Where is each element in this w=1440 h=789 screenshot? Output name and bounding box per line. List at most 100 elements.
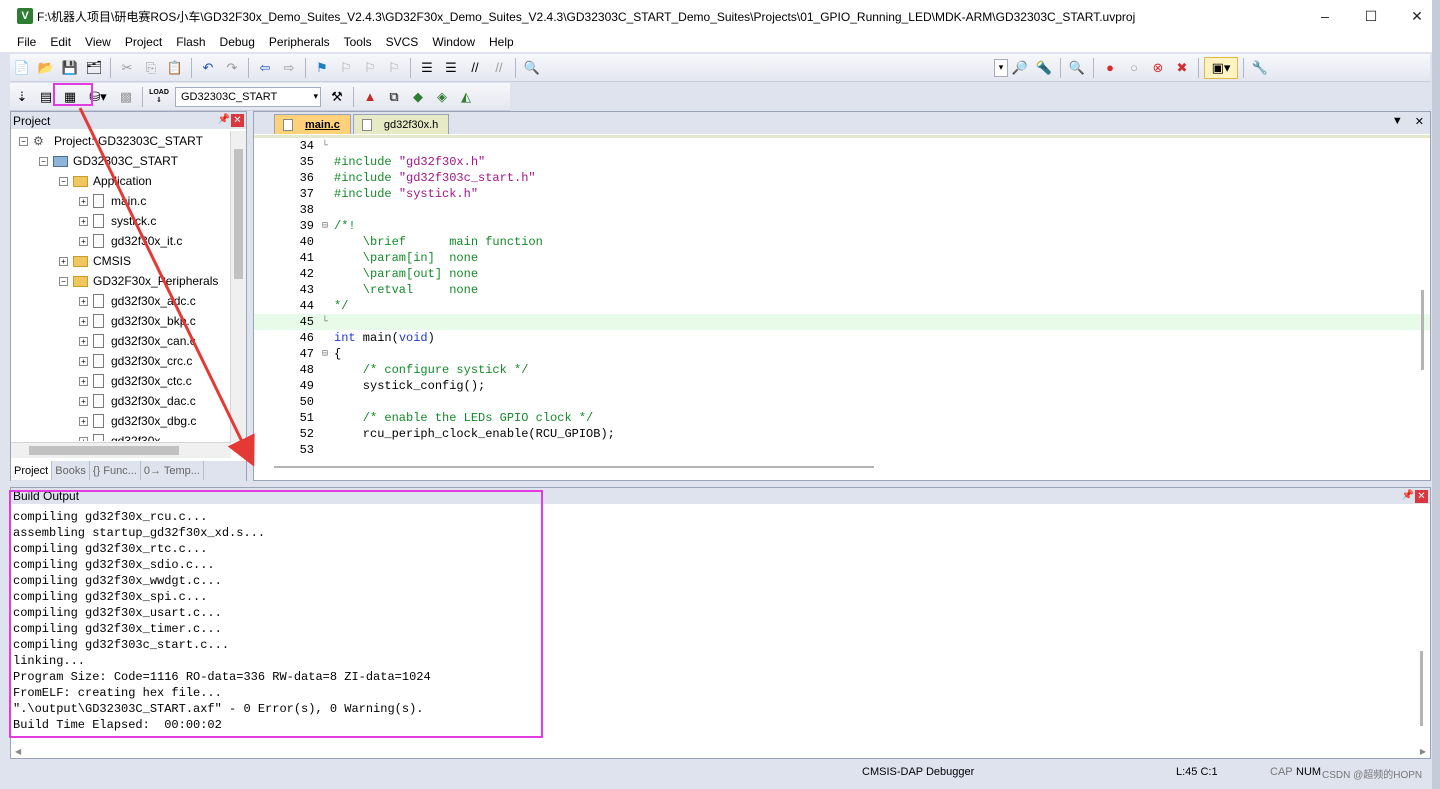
copy-icon[interactable]: ⎘ bbox=[140, 57, 162, 79]
target-select[interactable]: GD32303C_START ▾ bbox=[175, 86, 321, 107]
tab-functions[interactable]: {} Func... bbox=[90, 461, 141, 480]
project-tree-horizontal-scrollbar[interactable] bbox=[11, 442, 231, 458]
tree-item[interactable]: − ⚙ Project: GD32303C_START bbox=[11, 131, 231, 151]
code-line[interactable]: 51 /* enable the LEDs GPIO clock */ bbox=[254, 410, 1430, 426]
expand-icon[interactable]: + bbox=[79, 396, 88, 406]
save-icon[interactable]: 💾 bbox=[59, 57, 81, 79]
undo-icon[interactable]: ↶ bbox=[197, 57, 219, 79]
tree-item[interactable]: + gd32f30x_bkp.c bbox=[11, 311, 231, 331]
cut-icon[interactable]: ✂ bbox=[116, 57, 138, 79]
scroll-right-icon[interactable]: ▶ bbox=[1420, 747, 1426, 756]
tree-item[interactable]: + CMSIS bbox=[11, 251, 231, 271]
tree-item[interactable]: + gd32f30x_dbg.c bbox=[11, 411, 231, 431]
expand-icon[interactable]: + bbox=[79, 356, 88, 366]
find-icon[interactable]: 🔎 bbox=[1009, 57, 1031, 79]
tree-item[interactable]: + main.c bbox=[11, 191, 231, 211]
fold-marker[interactable]: ⊟ bbox=[316, 220, 334, 232]
menu-help[interactable]: Help bbox=[482, 35, 521, 49]
code-line[interactable]: 50 bbox=[254, 394, 1430, 410]
collapse-icon[interactable]: − bbox=[59, 176, 68, 186]
stop-build-icon[interactable]: ▩ bbox=[115, 86, 137, 108]
find-combo-dropdown[interactable]: ▾ bbox=[994, 58, 1008, 77]
menu-edit[interactable]: Edit bbox=[43, 35, 78, 49]
tree-item[interactable]: + gd32f30x_ctc.c bbox=[11, 371, 231, 391]
code-vertical-scrollbar[interactable] bbox=[1416, 140, 1428, 460]
code-line[interactable]: 41 \param[in] none bbox=[254, 250, 1430, 266]
tree-item[interactable]: + systick.c bbox=[11, 211, 231, 231]
bookmark-icon[interactable]: ⚑ bbox=[311, 57, 333, 79]
scrollbar-thumb[interactable] bbox=[1421, 290, 1424, 370]
indent-icon[interactable]: ☰ bbox=[416, 57, 438, 79]
tree-item[interactable]: − GD32303C_START bbox=[11, 151, 231, 171]
code-line[interactable]: 37 #include "systick.h" bbox=[254, 186, 1430, 202]
tab-project[interactable]: Project bbox=[11, 461, 53, 480]
disable-all-breakpoints-icon[interactable]: ⊗ bbox=[1147, 57, 1169, 79]
open-file-icon[interactable]: 📂 bbox=[35, 57, 57, 79]
code-line[interactable]: 44 */ bbox=[254, 298, 1430, 314]
clear-bookmarks-icon[interactable]: ⚐ bbox=[383, 57, 405, 79]
expand-icon[interactable]: + bbox=[79, 336, 88, 346]
minimize-button[interactable]: – bbox=[1302, 0, 1348, 32]
uncomment-icon[interactable]: // bbox=[488, 57, 510, 79]
comment-icon[interactable]: // bbox=[464, 57, 486, 79]
expand-icon[interactable]: + bbox=[79, 296, 88, 306]
fold-marker[interactable]: └ bbox=[316, 317, 334, 328]
project-tree-vertical-scrollbar[interactable] bbox=[230, 131, 246, 443]
breakpoint-icon[interactable]: ● bbox=[1099, 57, 1121, 79]
expand-icon[interactable]: + bbox=[79, 436, 88, 441]
code-editor[interactable]: 34 └ 35 #include "gd32f30x.h" 36 #include "gd… bbox=[254, 135, 1430, 457]
build-horizontal-scrollbar[interactable]: ◀ ▶ bbox=[11, 744, 1430, 758]
code-line[interactable]: 39 ⊟/*! bbox=[254, 218, 1430, 234]
expand-icon[interactable]: + bbox=[79, 216, 88, 226]
incremental-find-icon[interactable]: 🔦 bbox=[1033, 57, 1055, 79]
expand-icon[interactable]: + bbox=[79, 376, 88, 386]
kill-breakpoints-icon[interactable]: ✖ bbox=[1171, 57, 1193, 79]
tree-item[interactable]: + gd32f30x_dac.c bbox=[11, 391, 231, 411]
disable-breakpoint-icon[interactable]: ○ bbox=[1123, 57, 1145, 79]
navigate-back-icon[interactable]: ⇦ bbox=[254, 57, 276, 79]
menu-window[interactable]: Window bbox=[425, 35, 482, 49]
download-load-icon[interactable]: LOAD ⇓ bbox=[148, 86, 170, 108]
close-icon[interactable]: ✕ bbox=[231, 114, 244, 127]
tab-list-icon[interactable]: ▼ bbox=[1392, 115, 1403, 128]
debug-session-icon[interactable]: 🔍 bbox=[1066, 57, 1088, 79]
translate-icon[interactable]: ⇣ bbox=[11, 86, 33, 108]
tree-item[interactable]: + gd32f30x_can.c bbox=[11, 331, 231, 351]
manage-project-items-icon[interactable]: ▲ bbox=[359, 86, 381, 108]
code-line[interactable]: 48 /* configure systick */ bbox=[254, 362, 1430, 378]
expand-icon[interactable]: + bbox=[59, 256, 68, 266]
tree-item[interactable]: + gd32f30x_adc.c bbox=[11, 291, 231, 311]
menu-flash[interactable]: Flash bbox=[169, 35, 212, 49]
close-icon[interactable]: ✕ bbox=[1415, 115, 1424, 128]
collapse-icon[interactable]: − bbox=[19, 136, 28, 146]
code-line[interactable]: 34 └ bbox=[254, 138, 1430, 154]
menu-svcs[interactable]: SVCS bbox=[379, 35, 426, 49]
scrollbar-thumb[interactable] bbox=[29, 446, 179, 455]
unindent-icon[interactable]: ☰ bbox=[440, 57, 462, 79]
redo-icon[interactable]: ↷ bbox=[221, 57, 243, 79]
code-line[interactable]: 47 ⊟{ bbox=[254, 346, 1430, 362]
file-extensions-icon[interactable]: ⧉ bbox=[383, 86, 405, 108]
expand-icon[interactable]: + bbox=[79, 196, 88, 206]
tree-item[interactable]: + gd32f30x_it.c bbox=[11, 231, 231, 251]
code-line[interactable]: 35 #include "gd32f30x.h" bbox=[254, 154, 1430, 170]
maximize-button[interactable]: ☐ bbox=[1348, 0, 1394, 32]
save-all-icon[interactable]: 🗂 bbox=[83, 57, 105, 79]
tree-item[interactable]: − Application bbox=[11, 171, 231, 191]
menu-tools[interactable]: Tools bbox=[337, 35, 379, 49]
prev-bookmark-icon[interactable]: ⚐ bbox=[335, 57, 357, 79]
scrollbar-thumb[interactable] bbox=[234, 149, 243, 279]
pin-icon[interactable]: 📌 bbox=[217, 114, 231, 127]
close-icon[interactable]: ✕ bbox=[1415, 489, 1428, 503]
run-time-env-icon[interactable]: ◭ bbox=[455, 86, 477, 108]
tab-templates[interactable]: 0→ Temp... bbox=[141, 461, 204, 480]
code-line[interactable]: 36 #include "gd32f303c_start.h" bbox=[254, 170, 1430, 186]
code-line[interactable]: 43 \retval none bbox=[254, 282, 1430, 298]
fold-marker[interactable]: └ bbox=[316, 141, 334, 152]
tab-books[interactable]: Books bbox=[52, 461, 90, 480]
menu-debug[interactable]: Debug bbox=[213, 35, 262, 49]
tree-item[interactable]: + gd32f30x_... bbox=[11, 431, 231, 441]
expand-icon[interactable]: + bbox=[79, 416, 88, 426]
find-in-files-icon[interactable]: 🔍 bbox=[521, 57, 543, 79]
code-line[interactable]: 52 rcu_periph_clock_enable(RCU_GPIOB); bbox=[254, 426, 1430, 442]
